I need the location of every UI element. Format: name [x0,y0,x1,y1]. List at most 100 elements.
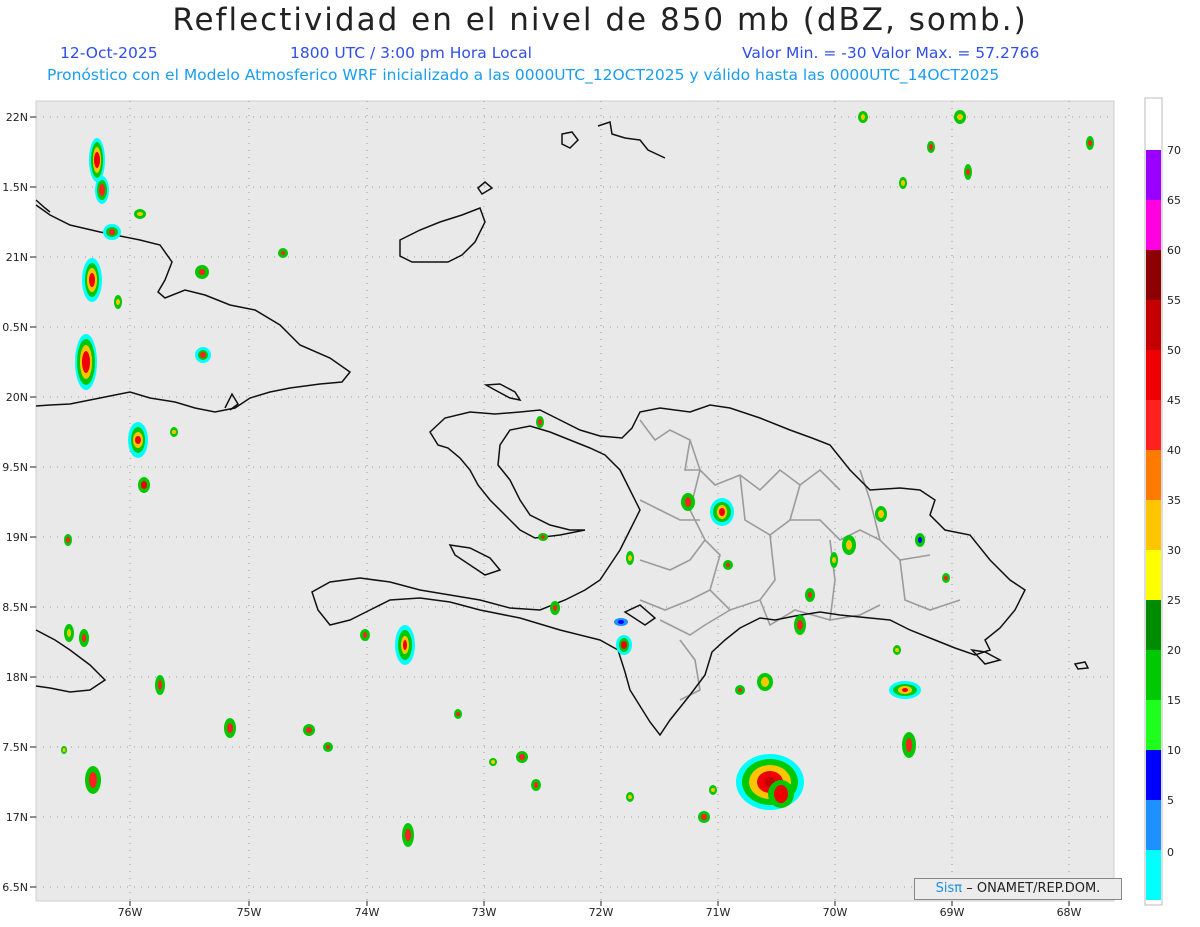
colorbar-segment [1146,400,1161,450]
lat-label: 1.5N [2,181,28,194]
storm-cell [794,615,806,635]
storm-cell [942,573,950,583]
colorbar-segment [1146,600,1161,650]
storm-cell [89,138,105,182]
storm-cell [626,792,634,802]
colorbar-label: 70 [1167,144,1181,157]
lon-label: 73W [472,906,497,919]
storm-cell [681,493,695,511]
storm-cell [75,334,97,390]
colorbar-label: 40 [1167,444,1181,457]
colorbar-segment [1146,700,1161,750]
lon-label: 69W [940,906,965,919]
storm-cell [893,645,901,655]
colorbar-segment [1146,650,1161,700]
storm-cell [915,533,925,547]
storm-cell [842,535,856,555]
colorbar-label: 20 [1167,644,1181,657]
storm-cell [698,811,710,823]
storm-cell [536,416,544,428]
lat-label: 6.5N [2,881,28,894]
colorbar-segment [1146,250,1161,300]
storm-cell [902,732,916,758]
lat-label: 19N [6,531,28,544]
storm-cell [85,766,101,794]
colorbar-segment [1146,750,1161,800]
storm-cell [195,265,209,279]
colorbar: 70 65 60 55 50 45 40 35 30 25 20 15 10 5… [1144,97,1181,906]
storm-cell [95,176,109,204]
storm-cell [155,675,165,695]
colorbar-segment [1146,200,1161,250]
colorbar-label: 60 [1167,244,1181,257]
colorbar-label: 55 [1167,294,1181,307]
lon-label: 76W [118,906,143,919]
colorbar-label: 50 [1167,344,1181,357]
storm-cell [616,635,632,655]
storm-cell [134,209,146,219]
storm-cell [224,718,236,738]
lat-label: 7.5N [2,741,28,754]
lon-label: 70W [823,906,848,919]
colorbar-label: 25 [1167,594,1181,607]
storm-cell [538,533,548,541]
map-figure: 22N 1.5N 21N 0.5N 20N 9.5N 19N 8.5N 18N … [2,97,1181,919]
lon-label: 75W [237,906,262,919]
storm-cell [516,751,528,763]
storm-cell [927,141,935,153]
storm-cell [489,758,497,766]
colorbar-segment [1146,500,1161,550]
colorbar-label: 35 [1167,494,1181,507]
lat-label: 9.5N [2,461,28,474]
storm-cell [395,625,415,665]
lat-label: 0.5N [2,321,28,334]
lat-label: 8.5N [2,601,28,614]
storm-cell [954,110,966,124]
storm-cell [723,560,733,570]
lat-label: 20N [6,391,28,404]
storm-cell [1086,136,1094,150]
colorbar-segment [1146,800,1161,850]
colorbar-labels: 70 65 60 55 50 45 40 35 30 25 20 15 10 5… [1167,144,1181,859]
longitude-labels: 76W 75W 74W 73W 72W 71W 70W 69W 68W [118,906,1082,919]
storm-cell [964,164,972,180]
storm-cell [64,534,72,546]
lon-label: 71W [706,906,731,919]
colorbar-label: 0 [1167,846,1174,859]
colorbar-label: 65 [1167,194,1181,207]
lon-label: 68W [1057,906,1082,919]
storm-cell [170,427,178,437]
storm-cell [709,785,717,795]
storm-cell [402,823,414,847]
storm-cell [195,347,211,363]
colorbar-segment [1146,450,1161,500]
lat-label: 18N [6,671,28,684]
storm-cell [323,742,333,752]
lon-label: 74W [355,906,380,919]
colorbar-segment [1146,150,1161,200]
storm-cell [889,681,921,699]
lat-label: 22N [6,111,28,124]
colorbar-segment [1146,350,1161,400]
storm-cell [114,295,122,309]
latitude-labels: 22N 1.5N 21N 0.5N 20N 9.5N 19N 8.5N 18N … [2,111,28,894]
storm-cell [128,422,148,458]
colorbar-label: 45 [1167,394,1181,407]
storm-cell [138,477,150,493]
storm-cell [626,551,634,565]
storm-cell [278,248,288,258]
storm-cell [736,754,804,810]
colorbar-label: 10 [1167,744,1181,757]
storm-cell [768,780,794,808]
storm-cell [735,685,745,695]
latitude-ticks [30,116,36,888]
storm-cell [875,506,887,522]
storm-cell [103,224,121,240]
colorbar-label: 30 [1167,544,1181,557]
storm-cell [830,552,838,568]
storm-cell [614,618,628,626]
colorbar-segment [1146,300,1161,350]
storm-cell [710,498,734,526]
storm-cell [79,629,89,647]
storm-cell [61,746,67,754]
